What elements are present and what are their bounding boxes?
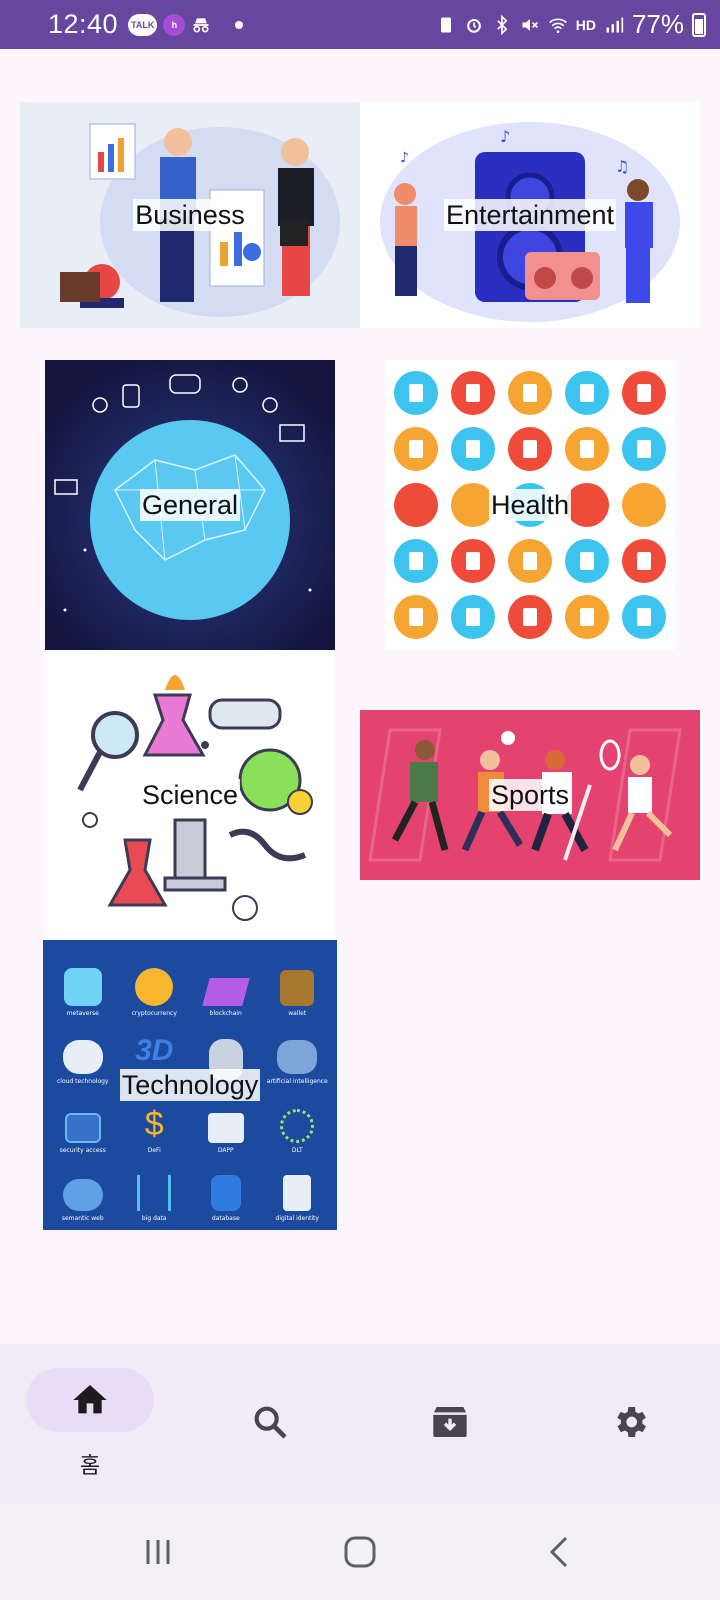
nav-item-settings[interactable] [540, 1344, 720, 1504]
network-type: HD [575, 16, 596, 33]
svg-text:♫: ♫ [615, 157, 629, 176]
tile-label-technology: Technology [119, 1069, 261, 1101]
nav-item-archive[interactable] [360, 1344, 540, 1504]
nav-home-indicator [26, 1368, 154, 1432]
nav-settings-indicator [566, 1390, 694, 1454]
home-system-button[interactable] [330, 1526, 390, 1578]
category-tile-health[interactable]: Health [385, 360, 675, 650]
tech-3d-label: 3D [135, 1033, 174, 1067]
tech-label: metaverse [66, 1009, 99, 1017]
search-icon [254, 1406, 287, 1439]
status-bar: 12:40 TALK h HD 77% [0, 0, 720, 49]
tech-label: blockchain [209, 1009, 242, 1017]
back-chevron-icon [549, 1536, 568, 1568]
home-icon [73, 1385, 107, 1414]
back-button[interactable] [530, 1526, 590, 1578]
nav-item-search[interactable] [180, 1344, 360, 1504]
tile-label-science: Science [139, 779, 241, 811]
more-notifications-dot [235, 20, 244, 29]
notification-icons: TALK h [128, 13, 244, 36]
archive-icon [433, 1407, 467, 1437]
incognito-icon [193, 17, 209, 32]
mute-icon [522, 18, 538, 31]
bottom-navigation: 홈 [0, 1344, 720, 1504]
settings-icon [617, 1407, 646, 1437]
tech-label: artificial intelligence [266, 1078, 328, 1085]
tile-label-sports: Sports [488, 779, 572, 811]
battery-percent: 77% [631, 9, 684, 39]
tile-label-business: Business [133, 199, 247, 231]
clipboard-battery-icon [440, 17, 451, 32]
tech-label: database [211, 1215, 240, 1222]
tech-label: DAPP [217, 1146, 234, 1154]
tile-label-general: General [139, 489, 241, 521]
tech-label: DeFi [147, 1146, 161, 1154]
talk-icon: TALK [128, 13, 158, 36]
tech-label: DLT [291, 1146, 303, 1154]
status-time: 12:40 [48, 9, 119, 39]
recent-apps-button[interactable] [128, 1526, 188, 1578]
category-tile-technology[interactable]: metaverse cryptocurrency blockchain wall… [43, 940, 337, 1230]
category-tile-general[interactable]: General [45, 360, 335, 650]
alarm-icon [466, 18, 481, 33]
category-tile-sports[interactable]: Sports [360, 710, 700, 880]
tile-label-entertainment: Entertainment [443, 199, 617, 231]
system-navigation-bar [0, 1504, 720, 1600]
tech-label: security access [59, 1146, 106, 1154]
category-tile-entertainment[interactable]: ♪ ♫ ♪ Entertainment [360, 102, 700, 328]
svg-text:♪: ♪ [500, 127, 510, 146]
bluetooth-icon [496, 14, 508, 35]
tech-label: big data [141, 1215, 167, 1222]
tech-label: cloud technology [57, 1078, 109, 1085]
system-status-icons: HD 77% [436, 9, 706, 40]
category-tile-business[interactable]: Business [20, 102, 360, 328]
tech-label: wallet [288, 1009, 307, 1017]
tech-label: cryptocurrency [131, 1009, 177, 1017]
tile-label-health: Health [488, 489, 572, 521]
tech-label: semantic web [61, 1215, 104, 1222]
nav-search-indicator [206, 1390, 334, 1454]
hangout-icon: h [163, 13, 186, 36]
category-tile-science[interactable]: Science [45, 650, 335, 940]
nav-archive-indicator [386, 1390, 514, 1454]
battery-icon [692, 12, 706, 37]
signal-icon [606, 17, 624, 32]
svg-text:♪: ♪ [400, 150, 409, 166]
home-circle-icon [344, 1536, 376, 1568]
recent-apps-icon [146, 1540, 170, 1564]
nav-label-home: 홈 [79, 1454, 101, 1479]
nav-item-home[interactable]: 홈 [0, 1344, 180, 1504]
wifi-icon [548, 18, 567, 33]
tech-label: digital identity [275, 1215, 319, 1222]
